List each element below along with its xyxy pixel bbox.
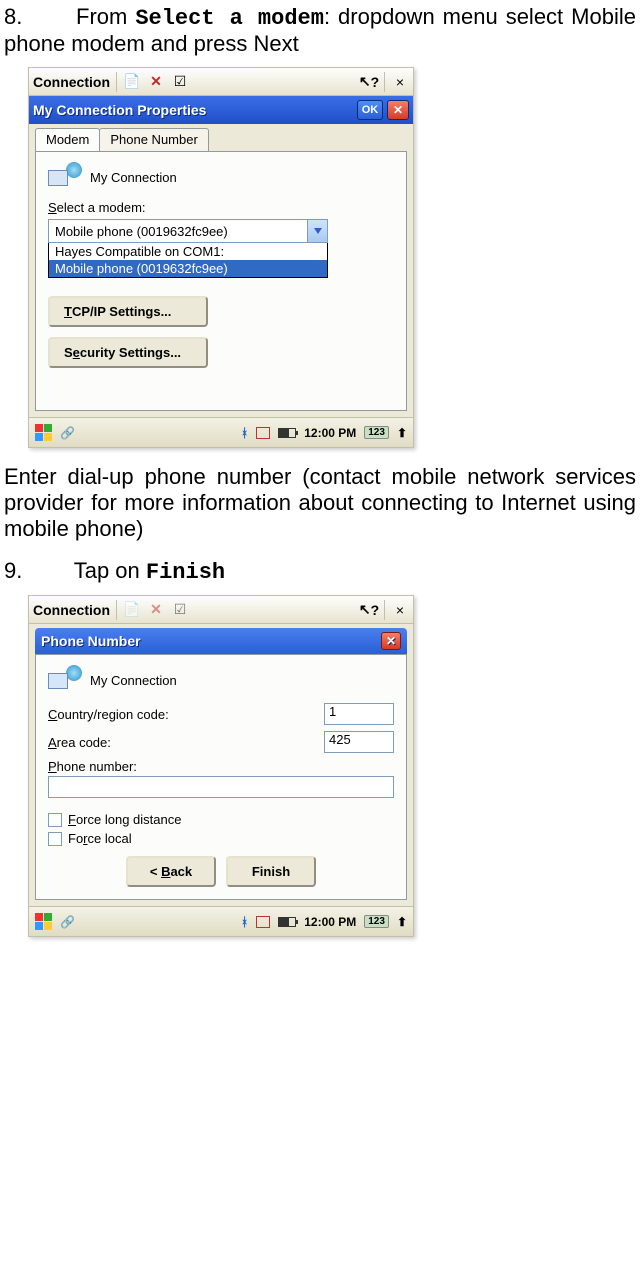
step-text-prefix: From	[76, 4, 135, 29]
country-code-input[interactable]: 1	[324, 703, 394, 725]
country-code-label: Country/region code:	[48, 707, 324, 722]
properties-icon[interactable]: ☑	[171, 73, 189, 91]
help-icon[interactable]: ↖?	[360, 73, 378, 91]
screenshot-1: Connection 📄 ✕ ☑ ↖? × My Connection Prop…	[28, 67, 636, 448]
checkbox-label: Force local	[68, 831, 132, 846]
connection-name: My Connection	[90, 673, 177, 688]
new-connection-icon[interactable]: 📄	[123, 73, 141, 91]
sip-keyboard-icon[interactable]: 123	[364, 915, 389, 928]
connection-name: My Connection	[90, 170, 177, 185]
network-tray-icon[interactable]: 🔗	[60, 426, 75, 440]
checkbox[interactable]	[48, 832, 62, 846]
close-button[interactable]: ✕	[387, 100, 409, 120]
combo-item[interactable]: Hayes Compatible on COM1:	[49, 243, 327, 260]
toolbar-title: Connection	[33, 602, 110, 618]
sip-keyboard-icon[interactable]: 123	[364, 426, 389, 439]
tab-modem[interactable]: Modem	[35, 128, 100, 151]
dialog-title: Phone Number	[41, 633, 375, 649]
phone-number-label: Phone number:	[48, 759, 394, 774]
ok-button[interactable]: OK	[357, 100, 383, 120]
step-9: 9. Tap on Finish	[4, 558, 636, 585]
battery-icon	[278, 917, 296, 927]
combo-item-selected[interactable]: Mobile phone (0019632fc9ee)	[49, 260, 327, 277]
taskbar: 🔗 ᚼ 12:00 PM 123 ⬆	[29, 417, 413, 447]
step-term: Select a modem	[135, 6, 324, 31]
finish-button[interactable]: Finish	[226, 856, 316, 887]
expand-tray-icon[interactable]: ⬆	[397, 426, 407, 440]
bluetooth-icon[interactable]: ᚼ	[241, 915, 248, 929]
bluetooth-icon[interactable]: ᚼ	[241, 426, 248, 440]
area-code-input[interactable]: 425	[324, 731, 394, 753]
connection-icon	[48, 665, 82, 695]
step-text-prefix: Tap on	[74, 558, 146, 583]
app-toolbar: Connection 📄 ✕ ☑ ↖? ×	[29, 596, 413, 624]
battery-icon	[278, 428, 296, 438]
expand-tray-icon[interactable]: ⬆	[397, 915, 407, 929]
checkbox-label: Force long distance	[68, 812, 181, 827]
device-frame: Connection 📄 ✕ ☑ ↖? × My Connection Prop…	[28, 67, 414, 448]
dialog-titlebar: Phone Number ✕	[35, 628, 407, 654]
window-titlebar: My Connection Properties OK ✕	[29, 96, 413, 124]
security-settings-button[interactable]: Security Settings...	[48, 337, 208, 368]
tcpip-settings-button[interactable]: TCP/IP Settings...	[48, 296, 208, 327]
app-toolbar: Connection 📄 ✕ ☑ ↖? ×	[29, 68, 413, 96]
phone-number-input[interactable]	[48, 776, 394, 798]
close-icon[interactable]: ×	[391, 73, 409, 91]
tab-phone-number[interactable]: Phone Number	[99, 128, 208, 151]
help-icon[interactable]: ↖?	[360, 601, 378, 619]
combo-selected-value: Mobile phone (0019632fc9ee)	[49, 224, 307, 239]
instruction-paragraph: Enter dial-up phone number (contact mobi…	[4, 464, 636, 542]
select-modem-label: Select a modem:	[48, 200, 394, 215]
back-button[interactable]: < Back	[126, 856, 216, 887]
delete-icon[interactable]: ✕	[147, 73, 165, 91]
phone-number-panel: My Connection Country/region code: 1 Are…	[35, 654, 407, 900]
close-icon[interactable]: ×	[391, 601, 409, 619]
new-connection-icon[interactable]: 📄	[123, 601, 141, 619]
delete-icon[interactable]: ✕	[147, 601, 165, 619]
window-title: My Connection Properties	[33, 102, 353, 118]
screenshot-2: Connection 📄 ✕ ☑ ↖? × Phone Number ✕ My …	[28, 595, 636, 937]
taskbar: 🔗 ᚼ 12:00 PM 123 ⬆	[29, 906, 413, 936]
tab-strip: Modem Phone Number	[29, 124, 413, 151]
step-number: 9.	[4, 558, 68, 584]
force-long-distance-row[interactable]: Force long distance	[48, 812, 394, 827]
device-frame: Connection 📄 ✕ ☑ ↖? × Phone Number ✕ My …	[28, 595, 414, 937]
step-number: 8.	[4, 4, 68, 30]
toolbar-separator	[384, 72, 385, 92]
step-8: 8. From Select a modem: dropdown menu se…	[4, 4, 636, 57]
close-button[interactable]: ✕	[381, 632, 401, 650]
signal-icon	[256, 916, 270, 928]
toolbar-separator	[116, 600, 117, 620]
modem-combo-list: Hayes Compatible on COM1: Mobile phone (…	[48, 242, 328, 278]
start-icon[interactable]	[35, 424, 52, 441]
modem-combo[interactable]: Mobile phone (0019632fc9ee)	[48, 219, 328, 243]
connection-icon	[48, 162, 82, 192]
checkbox[interactable]	[48, 813, 62, 827]
properties-icon[interactable]: ☑	[171, 601, 189, 619]
area-code-label: Area code:	[48, 735, 324, 750]
step-term: Finish	[146, 560, 225, 585]
clock: 12:00 PM	[304, 426, 356, 440]
clock: 12:00 PM	[304, 915, 356, 929]
modem-panel: My Connection Select a modem: Mobile pho…	[35, 151, 407, 411]
toolbar-separator	[116, 72, 117, 92]
force-local-row[interactable]: Force local	[48, 831, 394, 846]
toolbar-title: Connection	[33, 74, 110, 90]
start-icon[interactable]	[35, 913, 52, 930]
chevron-down-icon[interactable]	[307, 220, 327, 242]
network-tray-icon[interactable]: 🔗	[60, 915, 75, 929]
signal-icon	[256, 427, 270, 439]
toolbar-separator	[384, 600, 385, 620]
